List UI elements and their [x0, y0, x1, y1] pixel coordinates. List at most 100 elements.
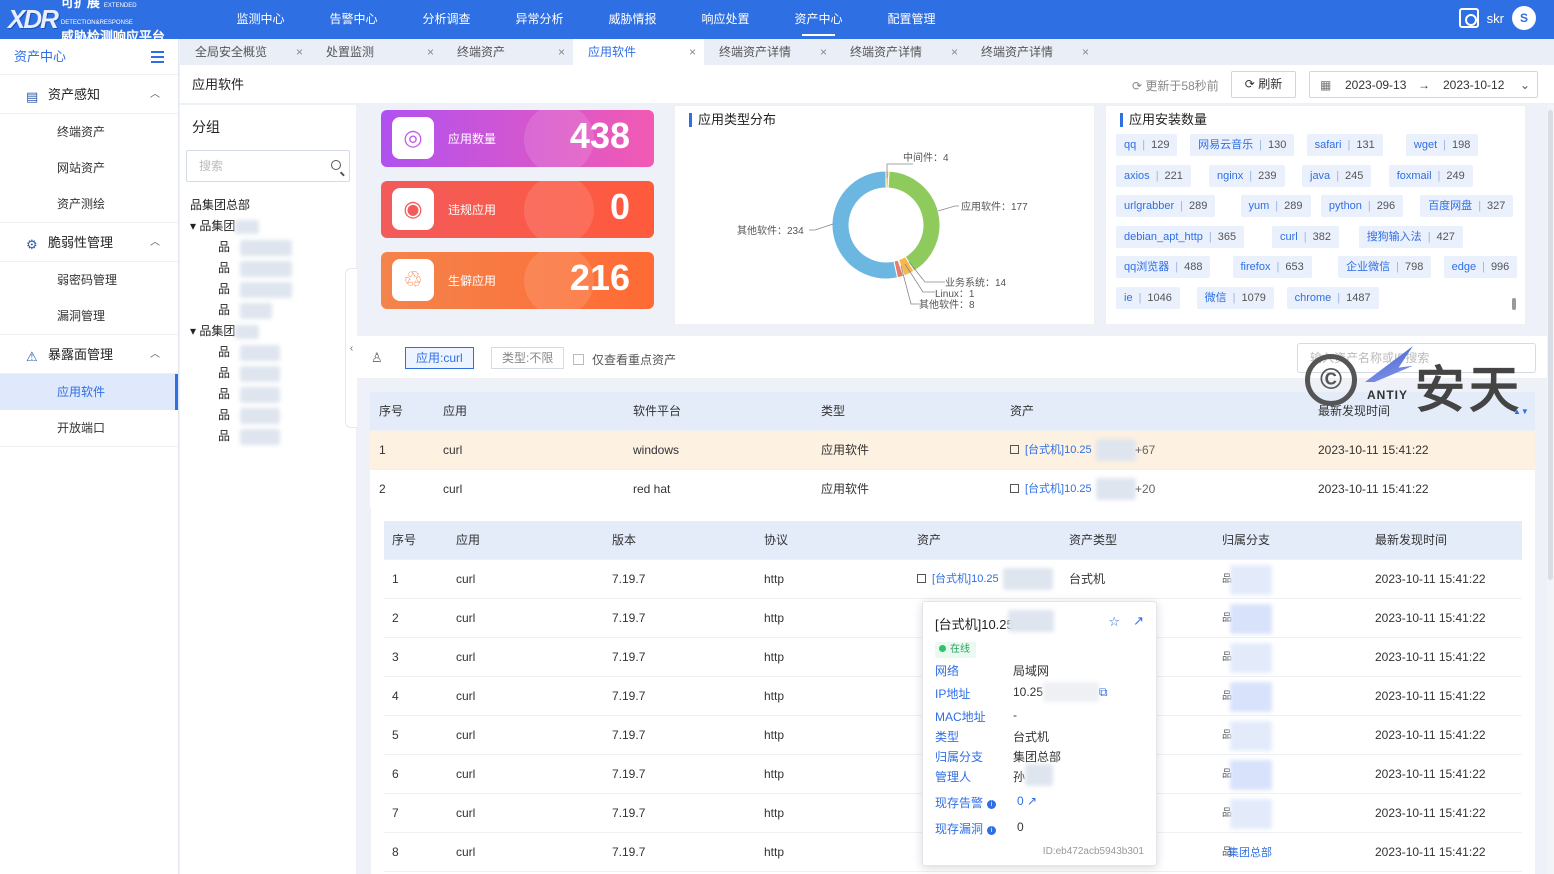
topnav-item[interactable]: 告警中心: [307, 0, 400, 39]
tree-leaf[interactable]: 品: [190, 342, 292, 363]
topnav-item[interactable]: 异常分析: [493, 0, 586, 39]
tree-node-group2[interactable]: ▾ 品集团: [190, 321, 292, 342]
tree-leaf[interactable]: 品: [190, 405, 292, 426]
install-chip[interactable]: edge | 996: [1443, 256, 1518, 279]
column-header[interactable]: 应用: [443, 392, 467, 431]
column-header[interactable]: 应用: [456, 521, 480, 560]
branch-cell[interactable]: 品: [1222, 599, 1272, 638]
card-rare[interactable]: ♲ 生僻应用 216: [381, 252, 654, 309]
info-icon[interactable]: i: [987, 826, 997, 835]
sidebar-item[interactable]: 开放端口: [0, 410, 178, 446]
clear-filter-icon[interactable]: ♙: [371, 350, 385, 365]
column-header[interactable]: 序号: [392, 521, 416, 560]
chip-scrollbar[interactable]: [1512, 298, 1516, 310]
install-chip[interactable]: ie | 1046: [1116, 287, 1180, 309]
tree-leaf[interactable]: 品: [190, 426, 292, 447]
install-chip[interactable]: debian_apt_http | 365: [1116, 225, 1245, 248]
date-to[interactable]: 2023-10-12: [1443, 78, 1504, 92]
install-chip[interactable]: wget | 198: [1405, 134, 1479, 156]
close-icon[interactable]: ×: [558, 39, 565, 65]
topnav-item[interactable]: 监测中心: [214, 0, 307, 39]
sidebar-group[interactable]: ⚠ 暴露面管理 ︿: [0, 335, 178, 374]
tree-leaf[interactable]: 品: [190, 237, 293, 258]
refresh-button[interactable]: ⟳ 刷新: [1231, 71, 1296, 98]
column-header[interactable]: 序号: [379, 392, 403, 431]
sidebar-item[interactable]: 资产测绘: [0, 186, 178, 222]
open-detail-icon[interactable]: ↗: [1133, 613, 1144, 629]
panel-collapse-handle[interactable]: ‹: [345, 268, 357, 428]
donut-slice-1[interactable]: [887, 170, 941, 272]
close-icon[interactable]: ×: [951, 39, 958, 65]
sidebar-item[interactable]: 应用软件: [0, 374, 178, 410]
install-chip[interactable]: java | 245: [1302, 164, 1372, 187]
install-chip[interactable]: python | 296: [1320, 195, 1404, 218]
close-icon[interactable]: ×: [427, 39, 434, 65]
chevron-down-icon[interactable]: ⌄: [1520, 78, 1530, 92]
column-header[interactable]: 类型: [821, 392, 845, 431]
column-header[interactable]: 资产: [1010, 392, 1034, 431]
install-chip[interactable]: 网易云音乐 | 130: [1190, 134, 1295, 156]
column-header[interactable]: 归属分支: [1222, 521, 1270, 560]
tree-leaf[interactable]: 品: [190, 279, 293, 300]
topnav-item[interactable]: 分析调查: [400, 0, 493, 39]
column-header[interactable]: 资产类型: [1069, 521, 1117, 560]
tree-leaf[interactable]: 品: [190, 384, 292, 405]
install-chip[interactable]: nginx | 239: [1209, 164, 1285, 187]
column-header[interactable]: 软件平台: [633, 392, 681, 431]
chevron-up-icon[interactable]: ︿: [150, 335, 160, 374]
tab-item[interactable]: 终端资产详情 ×: [704, 39, 835, 65]
install-chip[interactable]: yum | 289: [1240, 195, 1311, 218]
branch-cell[interactable]: 品: [1222, 755, 1272, 794]
avatar[interactable]: S: [1512, 6, 1536, 30]
install-chip[interactable]: firefox | 653: [1232, 256, 1312, 279]
install-chip[interactable]: 搜狗输入法 | 427: [1358, 225, 1463, 248]
date-from[interactable]: 2023-09-13: [1345, 78, 1406, 92]
tree-leaf[interactable]: 品: [190, 363, 292, 384]
column-header[interactable]: 版本: [612, 521, 636, 560]
more-assets-badge[interactable]: +20: [1135, 470, 1155, 509]
install-chip[interactable]: urlgrabber | 289: [1116, 195, 1216, 218]
table-row[interactable]: 1 curl windows 应用软件 [台式机]10.25 +67 2023-10-11 …: [370, 431, 1535, 470]
tab-item[interactable]: 终端资产详情 ×: [835, 39, 966, 65]
install-chip[interactable]: qq | 129: [1116, 134, 1178, 156]
column-header[interactable]: 资产: [917, 521, 941, 560]
column-header[interactable]: 最新发现时间: [1375, 521, 1447, 560]
branch-cell[interactable]: 品: [1222, 677, 1272, 716]
sidebar-item[interactable]: 终端资产: [0, 114, 178, 150]
close-icon[interactable]: ×: [820, 39, 827, 65]
page-scrollbar[interactable]: [1547, 105, 1554, 874]
asset-link[interactable]: [台式机]10.25: [917, 560, 1053, 599]
branch-cell[interactable]: 品: [1222, 794, 1272, 833]
install-chip[interactable]: chrome | 1487: [1286, 287, 1379, 309]
install-chip[interactable]: safari | 131: [1306, 134, 1383, 156]
branch-cell[interactable]: 品集团总部: [1222, 833, 1272, 873]
app-logo[interactable]: XDR 可扩展 EXTENDED DETECTION&RESPONSE 威胁检测响…: [8, 0, 168, 43]
collapse-menu-icon[interactable]: [151, 51, 164, 63]
tab-item[interactable]: 全局安全概览 ×: [180, 39, 311, 65]
close-icon[interactable]: ×: [1082, 39, 1089, 65]
sidebar-item[interactable]: 漏洞管理: [0, 298, 178, 334]
copy-icon[interactable]: ⧉: [1099, 685, 1108, 700]
close-icon[interactable]: ×: [689, 39, 696, 65]
sidebar-item[interactable]: 弱密码管理: [0, 262, 178, 298]
branch-cell[interactable]: 品: [1222, 560, 1272, 599]
tab-item[interactable]: 终端资产详情 ×: [966, 39, 1097, 65]
topnav-item[interactable]: 响应处置: [679, 0, 772, 39]
more-assets-badge[interactable]: +67: [1135, 431, 1155, 470]
column-header[interactable]: 协议: [764, 521, 788, 560]
card-violation[interactable]: ◉ 违规应用 0: [381, 181, 654, 238]
card-app-count[interactable]: ◎ 应用数量 438: [381, 110, 654, 167]
tree-leaf[interactable]: 品: [190, 258, 293, 279]
topnav-item[interactable]: 资产中心: [772, 0, 865, 39]
asset-link[interactable]: [台式机]10.25: [1010, 470, 1136, 509]
important-label[interactable]: 仅查看重点资产: [592, 351, 676, 368]
star-icon[interactable]: ☆: [1108, 614, 1120, 630]
topnav-item[interactable]: 威胁情报: [586, 0, 679, 39]
branch-cell[interactable]: 品: [1222, 638, 1272, 677]
install-chip[interactable]: qq浏览器 | 488: [1116, 256, 1211, 279]
filter-tag-type[interactable]: 类型:不限: [491, 347, 565, 369]
topnav-item[interactable]: 配置管理: [865, 0, 958, 39]
tab-item[interactable]: 终端资产 ×: [442, 39, 573, 65]
chevron-up-icon[interactable]: ︿: [150, 223, 160, 262]
install-chip[interactable]: foxmail | 249: [1388, 164, 1473, 187]
